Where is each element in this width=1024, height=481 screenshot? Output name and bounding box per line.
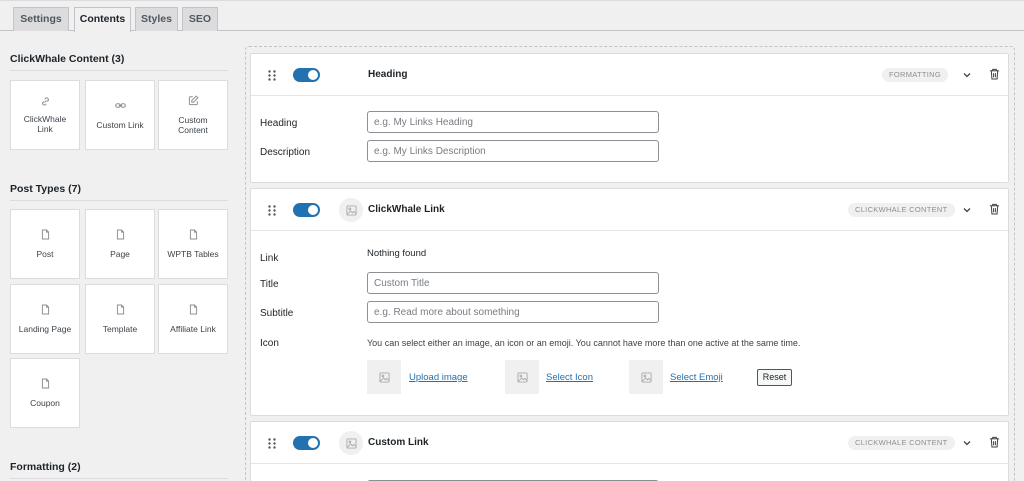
select-icon-link[interactable]: Select Icon	[546, 372, 593, 383]
emoji-preview	[629, 360, 663, 394]
document-icon	[189, 304, 197, 315]
card-label: Custom Link	[96, 119, 144, 130]
link-value: Nothing found	[367, 248, 427, 259]
drag-handle-icon[interactable]	[268, 205, 276, 216]
icon-help-text: You can select either an image, an icon …	[367, 338, 801, 348]
tab-bar: Settings Contents Styles SEO	[0, 0, 1024, 32]
heading-label: Heading	[260, 118, 298, 129]
trash-icon[interactable]	[989, 203, 1000, 215]
title-input[interactable]	[367, 272, 659, 294]
clickwhale-link-block: ClickWhale Link CLICKWHALE CONTENT Link …	[250, 188, 1009, 416]
image-icon	[640, 371, 652, 383]
section-divider	[10, 70, 228, 71]
card-clickwhale-link[interactable]: ClickWhale Link	[10, 80, 80, 150]
block-title: Heading	[368, 69, 408, 80]
icon-preview	[505, 360, 539, 394]
block-thumbnail	[339, 198, 363, 222]
custom-link-block: Custom Link CLICKWHALE CONTENT	[250, 421, 1009, 481]
enable-toggle[interactable]	[293, 436, 320, 450]
drag-handle-icon[interactable]	[268, 70, 276, 81]
heading-block: Heading FORMATTING Heading Description	[250, 53, 1009, 183]
block-type-badge: CLICKWHALE CONTENT	[848, 203, 955, 217]
clickwhale-content-title: ClickWhale Content (3)	[10, 53, 125, 65]
card-label: Landing Page	[18, 323, 72, 334]
link-label: Link	[260, 253, 279, 264]
document-icon	[116, 229, 124, 240]
card-post[interactable]: Post	[10, 209, 80, 279]
card-custom-link[interactable]: Custom Link	[85, 80, 155, 150]
card-affiliate-link[interactable]: Affiliate Link	[158, 284, 228, 354]
title-label: Title	[260, 279, 279, 290]
block-type-badge: CLICKWHALE CONTENT	[848, 436, 955, 450]
card-label: WPTB Tables	[167, 248, 219, 259]
reset-button[interactable]: Reset	[757, 369, 792, 386]
chevron-down-icon[interactable]	[962, 70, 972, 80]
card-coupon[interactable]: Coupon	[10, 358, 80, 428]
subtitle-label: Subtitle	[260, 308, 294, 319]
document-icon	[116, 304, 124, 315]
section-divider	[10, 200, 228, 201]
document-icon	[41, 304, 49, 315]
post-types-title: Post Types (7)	[10, 183, 81, 195]
icon-label: Icon	[260, 338, 279, 349]
image-icon	[516, 371, 528, 383]
card-label: Template	[102, 323, 138, 334]
image-icon	[378, 371, 390, 383]
trash-icon[interactable]	[989, 436, 1000, 448]
block-header: Custom Link CLICKWHALE CONTENT	[251, 422, 1008, 464]
card-custom-content[interactable]: Custom Content	[158, 80, 228, 150]
document-icon	[41, 229, 49, 240]
document-icon	[189, 229, 197, 240]
card-template[interactable]: Template	[85, 284, 155, 354]
card-wptb-tables[interactable]: WPTB Tables	[158, 209, 228, 279]
block-header: ClickWhale Link CLICKWHALE CONTENT	[251, 189, 1008, 231]
tab-styles[interactable]: Styles	[135, 7, 178, 31]
tab-seo[interactable]: SEO	[182, 7, 218, 31]
image-icon	[345, 204, 357, 216]
card-page[interactable]: Page	[85, 209, 155, 279]
upload-image-link[interactable]: Upload image	[409, 372, 468, 383]
subtitle-input[interactable]	[367, 301, 659, 323]
card-label: ClickWhale Link	[23, 113, 67, 134]
formatting-title: Formatting (2)	[10, 461, 81, 473]
document-icon	[41, 378, 49, 389]
card-label: Page	[110, 248, 130, 259]
drag-handle-icon[interactable]	[268, 438, 276, 449]
block-title: ClickWhale Link	[368, 204, 445, 215]
block-header: Heading FORMATTING	[251, 54, 1008, 96]
chain-link-icon	[114, 103, 126, 108]
chevron-down-icon[interactable]	[962, 205, 972, 215]
enable-toggle[interactable]	[293, 68, 320, 82]
section-divider	[10, 478, 228, 479]
tab-contents[interactable]: Contents	[74, 7, 131, 32]
block-thumbnail	[339, 431, 363, 455]
block-type-badge: FORMATTING	[882, 68, 949, 82]
trash-icon[interactable]	[989, 68, 1000, 80]
chevron-down-icon[interactable]	[962, 438, 972, 448]
tab-settings[interactable]: Settings	[13, 7, 69, 31]
card-label: Post	[36, 248, 54, 259]
description-input[interactable]	[367, 140, 659, 162]
heading-input[interactable]	[367, 111, 659, 133]
card-label: Affiliate Link	[170, 323, 216, 334]
block-title: Custom Link	[368, 437, 429, 448]
top-divider	[0, 0, 1024, 1]
description-label: Description	[260, 147, 311, 158]
card-label: Coupon	[30, 397, 60, 408]
card-landing-page[interactable]: Landing Page	[10, 284, 80, 354]
edit-icon	[188, 95, 199, 105]
image-preview	[367, 360, 401, 394]
enable-toggle[interactable]	[293, 203, 320, 217]
link-icon	[41, 97, 49, 106]
select-emoji-link[interactable]: Select Emoji	[670, 372, 723, 383]
card-label: Custom Content	[178, 114, 208, 135]
image-icon	[345, 437, 357, 449]
